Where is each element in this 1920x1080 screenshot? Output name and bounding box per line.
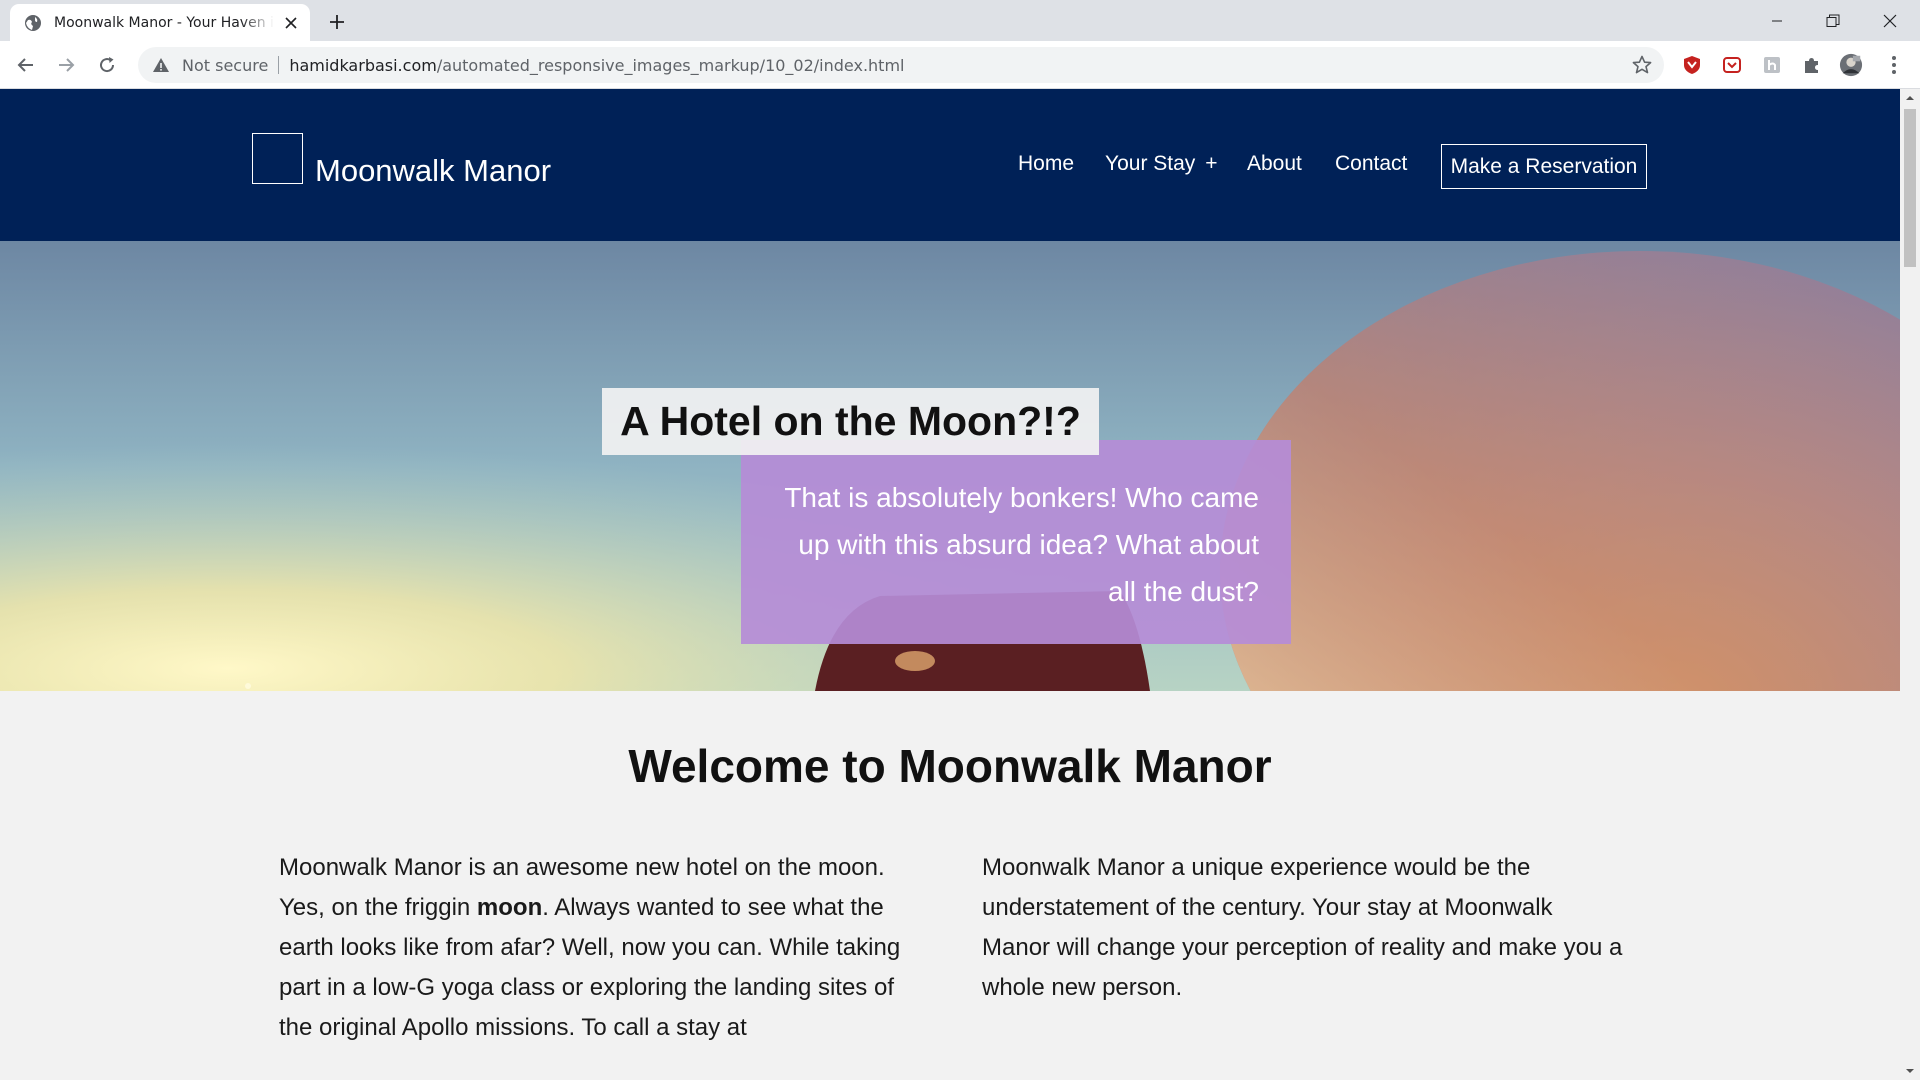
warning-icon — [153, 58, 169, 72]
browser-toolbar: Not secure hamidkarbasi.com/automated_re… — [0, 41, 1920, 89]
url-text[interactable]: hamidkarbasi.com/automated_responsive_im… — [289, 56, 904, 75]
hero-subtitle: That is absolutely bonkers! Who came up … — [784, 482, 1259, 607]
address-bar[interactable]: Not secure hamidkarbasi.com/automated_re… — [138, 47, 1664, 83]
omnibox-divider — [278, 56, 280, 74]
back-icon[interactable] — [14, 53, 38, 77]
reader-extension-icon[interactable] — [1760, 53, 1784, 77]
hero-banner: That is absolutely bonkers! Who came up … — [0, 241, 1900, 691]
globe-icon — [25, 14, 41, 31]
scroll-up-arrow-icon[interactable] — [1905, 93, 1915, 103]
hero-subtitle-box: That is absolutely bonkers! Who came up … — [741, 440, 1291, 644]
nav-your-stay-label: Your Stay — [1105, 152, 1196, 175]
scroll-down-arrow-icon[interactable] — [1905, 1066, 1915, 1076]
nav-home[interactable]: Home — [1018, 152, 1074, 176]
make-reservation-button[interactable]: Make a Reservation — [1441, 144, 1647, 189]
page-viewport: Moonwalk Manor Home Your Stay + About Con… — [0, 89, 1900, 1080]
url-path: /automated_responsive_images_markup/10_0… — [436, 55, 905, 75]
tab-title: Moonwalk Manor - Your Haven in Space — [54, 14, 274, 31]
reload-icon[interactable] — [95, 53, 119, 77]
site-logo[interactable] — [252, 133, 303, 184]
nav-about[interactable]: About — [1247, 152, 1302, 176]
menu-kebab-icon[interactable] — [1882, 53, 1906, 77]
new-tab-icon[interactable] — [325, 10, 349, 34]
hero-title: A Hotel on the Moon?!? — [620, 398, 1081, 444]
forward-icon[interactable] — [54, 53, 78, 77]
browser-tab[interactable]: Moonwalk Manor - Your Haven in Space — [10, 4, 310, 41]
hero-title-box: A Hotel on the Moon?!? — [602, 388, 1099, 455]
expand-plus-icon[interactable]: + — [1205, 152, 1217, 175]
security-label[interactable]: Not secure — [182, 56, 268, 75]
nav-your-stay[interactable]: Your Stay + — [1105, 152, 1218, 176]
intro-paragraph-left: Moonwalk Manor is an awesome new hotel o… — [279, 848, 924, 1048]
url-domain: hamidkarbasi.com — [289, 55, 437, 75]
site-title[interactable]: Moonwalk Manor — [315, 153, 551, 189]
intro-left-bold: moon — [476, 894, 543, 921]
browser-tab-bar: Moonwalk Manor - Your Haven in Space — [0, 0, 1920, 41]
profile-avatar-icon[interactable] — [1839, 53, 1863, 77]
puzzle-extension-icon[interactable] — [1800, 53, 1824, 77]
bookmark-star-icon[interactable] — [1632, 55, 1652, 75]
restore-icon[interactable] — [1805, 0, 1861, 41]
welcome-heading: Welcome to Moonwalk Manor — [628, 740, 1272, 792]
nav-contact[interactable]: Contact — [1335, 152, 1407, 176]
shield-extension-icon[interactable] — [1680, 53, 1704, 77]
close-window-icon[interactable] — [1862, 0, 1918, 41]
site-header: Moonwalk Manor Home Your Stay + About Con… — [0, 89, 1900, 241]
minimize-icon[interactable] — [1749, 0, 1805, 41]
page-scrollbar[interactable] — [1900, 89, 1920, 1080]
intro-paragraph-right: Moonwalk Manor a unique experience would… — [982, 854, 1623, 1001]
pocket-extension-icon[interactable] — [1720, 53, 1744, 77]
close-tab-icon[interactable] — [282, 14, 300, 32]
scrollbar-thumb[interactable] — [1904, 109, 1916, 267]
